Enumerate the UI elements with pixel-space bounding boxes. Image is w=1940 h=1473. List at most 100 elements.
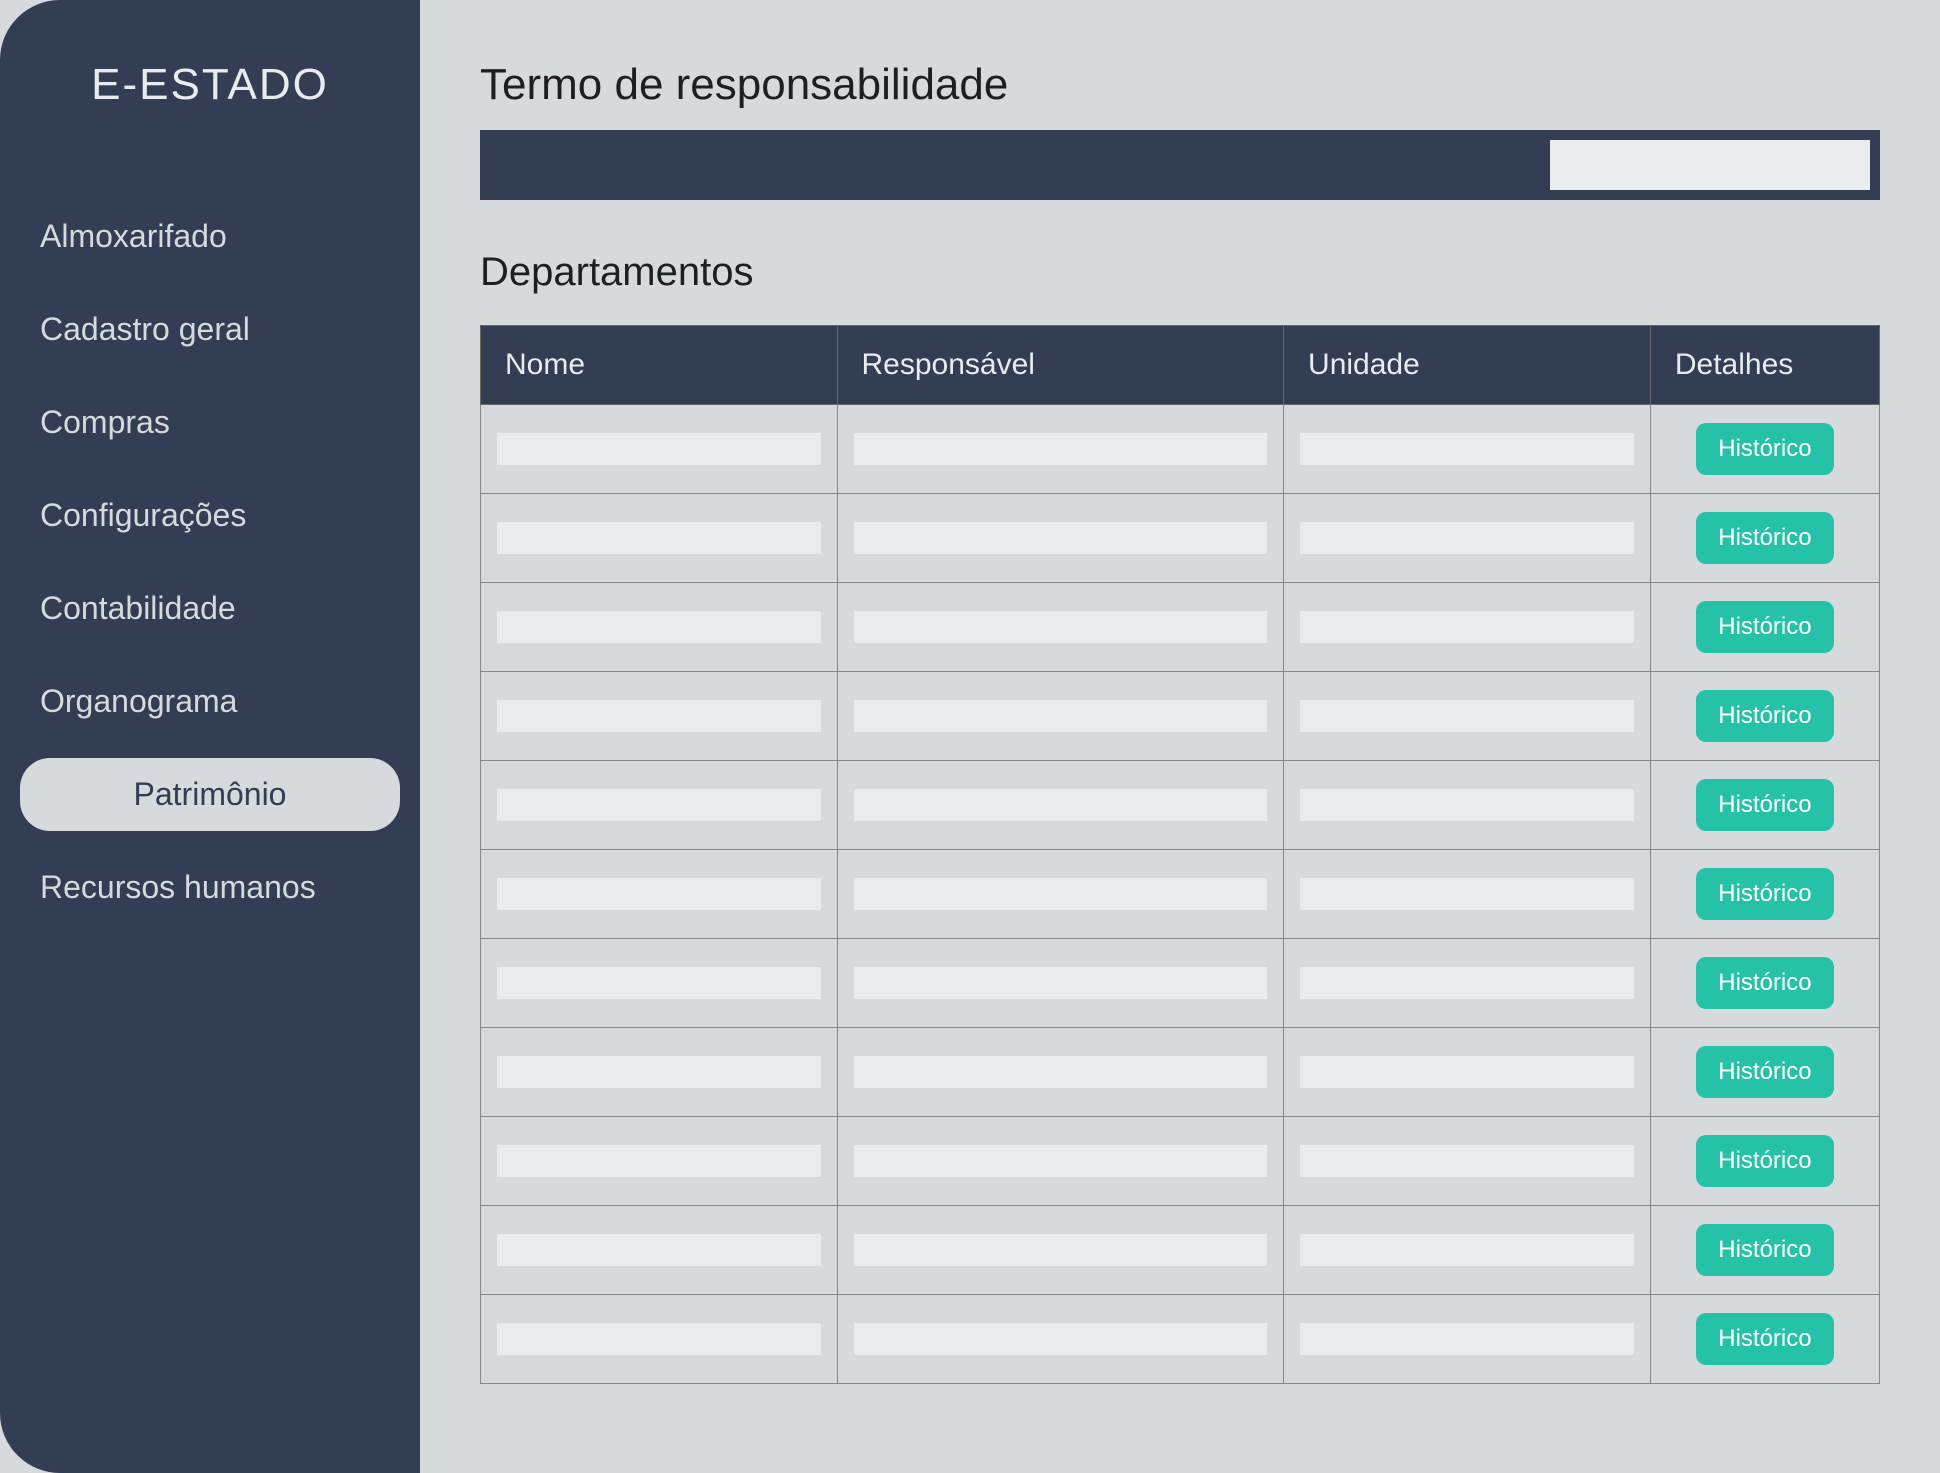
section-title: Departamentos [480,250,1880,295]
cell-value [497,433,821,465]
sidebar-item-organograma[interactable]: Organograma [20,665,400,738]
table-row: Histórico [481,1028,1880,1117]
cell-value [1300,433,1634,465]
cell-responsavel [837,761,1284,850]
departments-table: Nome Responsável Unidade Detalhes Histór… [480,325,1880,1384]
cell-value [497,1234,821,1266]
search-bar [480,130,1880,200]
sidebar-item-recursos-humanos[interactable]: Recursos humanos [20,851,400,924]
table-header-detalhes: Detalhes [1650,326,1879,405]
table-row: Histórico [481,939,1880,1028]
cell-detalhes: Histórico [1650,1028,1879,1117]
cell-nome [481,494,838,583]
cell-unidade [1284,1117,1651,1206]
cell-responsavel [837,1206,1284,1295]
main-content: Termo de responsabilidade Departamentos … [420,0,1940,1473]
cell-value [497,967,821,999]
cell-nome [481,1295,838,1384]
cell-nome [481,1117,838,1206]
cell-value [1300,1145,1634,1177]
cell-unidade [1284,672,1651,761]
cell-value [1300,789,1634,821]
cell-detalhes: Histórico [1650,1117,1879,1206]
table-body: Histórico Histórico Histórico Histórico Hist… [481,405,1880,1384]
cell-value [854,1145,1268,1177]
cell-responsavel [837,850,1284,939]
table-row: Histórico [481,761,1880,850]
cell-value [497,1323,821,1355]
cell-nome [481,939,838,1028]
cell-value [854,1056,1268,1088]
cell-unidade [1284,583,1651,672]
historico-button[interactable]: Histórico [1696,779,1833,831]
cell-nome [481,761,838,850]
cell-detalhes: Histórico [1650,850,1879,939]
cell-value [1300,1056,1634,1088]
cell-responsavel [837,1117,1284,1206]
cell-value [854,789,1268,821]
cell-detalhes: Histórico [1650,1206,1879,1295]
cell-responsavel [837,405,1284,494]
cell-nome [481,405,838,494]
table-header-row: Nome Responsável Unidade Detalhes [481,326,1880,405]
cell-responsavel [837,494,1284,583]
historico-button[interactable]: Histórico [1696,1224,1833,1276]
cell-unidade [1284,1028,1651,1117]
cell-unidade [1284,1295,1651,1384]
cell-detalhes: Histórico [1650,761,1879,850]
app-container: E-ESTADO Almoxarifado Cadastro geral Compr… [0,0,1940,1473]
cell-value [1300,878,1634,910]
cell-value [497,611,821,643]
cell-value [497,1145,821,1177]
cell-nome [481,1206,838,1295]
cell-value [854,1234,1268,1266]
cell-value [1300,522,1634,554]
cell-detalhes: Histórico [1650,494,1879,583]
historico-button[interactable]: Histórico [1696,1046,1833,1098]
historico-button[interactable]: Histórico [1696,1313,1833,1365]
sidebar-item-contabilidade[interactable]: Contabilidade [20,572,400,645]
cell-value [497,522,821,554]
cell-value [854,878,1268,910]
cell-value [497,1056,821,1088]
cell-nome [481,850,838,939]
cell-detalhes: Histórico [1650,1295,1879,1384]
cell-unidade [1284,494,1651,583]
sidebar-item-patrimônio[interactable]: Patrimônio [20,758,400,831]
page-title: Termo de responsabilidade [480,60,1880,110]
search-input[interactable] [1550,140,1870,190]
historico-button[interactable]: Histórico [1696,423,1833,475]
historico-button[interactable]: Histórico [1696,1135,1833,1187]
cell-value [1300,1234,1634,1266]
cell-detalhes: Histórico [1650,672,1879,761]
cell-value [1300,611,1634,643]
cell-value [854,522,1268,554]
historico-button[interactable]: Histórico [1696,512,1833,564]
cell-responsavel [837,583,1284,672]
table-header-nome: Nome [481,326,838,405]
cell-unidade [1284,405,1651,494]
cell-responsavel [837,1295,1284,1384]
table-header-responsavel: Responsável [837,326,1284,405]
app-title: E-ESTADO [20,60,400,110]
table-row: Histórico [481,494,1880,583]
historico-button[interactable]: Histórico [1696,601,1833,653]
historico-button[interactable]: Histórico [1696,868,1833,920]
cell-value [854,1323,1268,1355]
cell-unidade [1284,850,1651,939]
sidebar-item-almoxarifado[interactable]: Almoxarifado [20,200,400,273]
sidebar-item-cadastro-geral[interactable]: Cadastro geral [20,293,400,366]
table-row: Histórico [481,583,1880,672]
table-row: Histórico [481,850,1880,939]
historico-button[interactable]: Histórico [1696,957,1833,1009]
cell-detalhes: Histórico [1650,405,1879,494]
cell-value [1300,967,1634,999]
cell-detalhes: Histórico [1650,583,1879,672]
cell-detalhes: Histórico [1650,939,1879,1028]
historico-button[interactable]: Histórico [1696,690,1833,742]
sidebar-item-configurações[interactable]: Configurações [20,479,400,552]
cell-responsavel [837,1028,1284,1117]
sidebar: E-ESTADO Almoxarifado Cadastro geral Compr… [0,0,420,1473]
sidebar-item-compras[interactable]: Compras [20,386,400,459]
cell-value [854,433,1268,465]
